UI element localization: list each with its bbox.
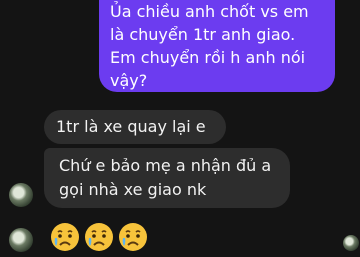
- read-receipt-avatar: [343, 235, 359, 251]
- received-message-line: gọi nhà xe giao nk: [59, 180, 207, 199]
- sent-message-line: Em chuyển rồi h anh nói: [110, 48, 306, 67]
- sent-message-line: là chuyển 1tr anh giao.: [110, 25, 296, 44]
- sent-message-line: vậy?: [110, 71, 148, 90]
- sent-message-line: Ủa chiều anh chốt vs em: [110, 2, 309, 21]
- crying-face-icon: [119, 223, 147, 251]
- crying-face-icon: [85, 223, 113, 251]
- crying-face-icon: [51, 223, 79, 251]
- received-message-bubble[interactable]: Chứ e bảo mẹ a nhận đủ a gọi nhà xe giao…: [44, 148, 290, 208]
- received-message-line: 1tr là xe quay lại e: [56, 117, 206, 136]
- contact-avatar[interactable]: [9, 228, 33, 252]
- received-message-line: Chứ e bảo mẹ a nhận đủ a: [59, 156, 272, 175]
- contact-avatar[interactable]: [9, 183, 33, 207]
- emoji-message[interactable]: [50, 222, 148, 252]
- received-message-bubble[interactable]: 1tr là xe quay lại e: [44, 110, 226, 144]
- sent-message-bubble[interactable]: Ủa chiều anh chốt vs em là chuyển 1tr an…: [99, 0, 335, 92]
